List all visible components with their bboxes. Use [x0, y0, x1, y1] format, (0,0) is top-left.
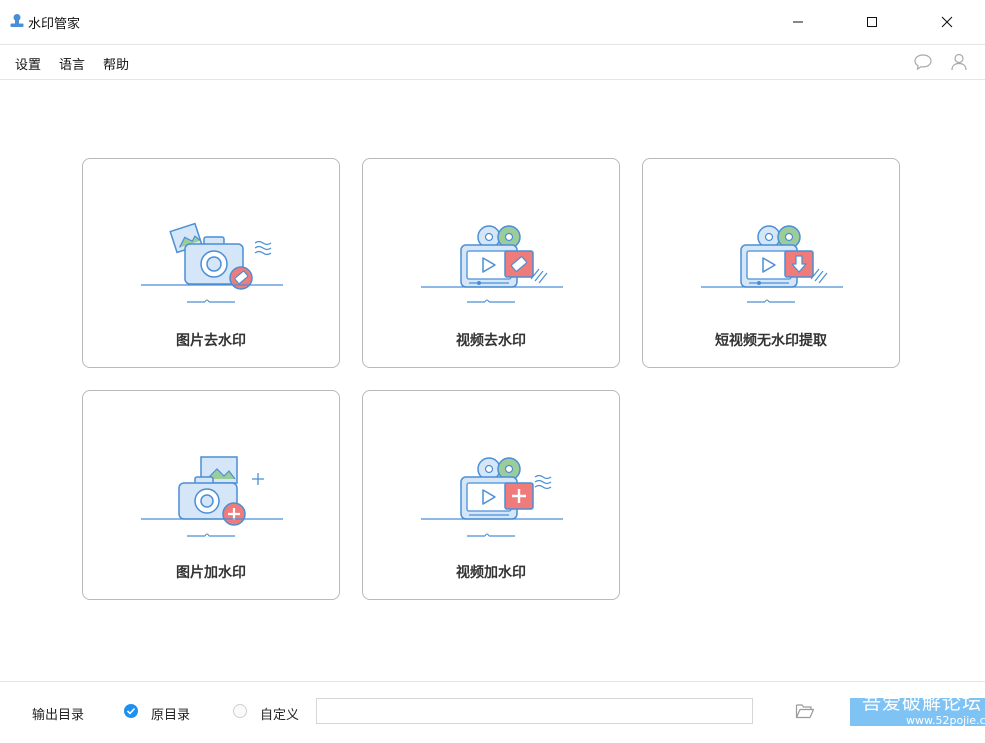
- app-logo-icon: [10, 14, 24, 27]
- start-button[interactable]: [850, 698, 985, 726]
- card-video-add-watermark[interactable]: 视频加水印: [362, 390, 620, 600]
- maximize-icon: [867, 17, 877, 27]
- title-bar: 水印管家: [0, 0, 985, 45]
- card-label: 图片加水印: [176, 565, 246, 581]
- card-label: 图片去水印: [176, 333, 246, 349]
- video-eraser-icon: [421, 225, 563, 303]
- menu-bar: 设置 语言 帮助: [0, 45, 985, 80]
- radio-original-directory-label[interactable]: 原目录: [151, 704, 190, 723]
- video-plus-icon: [421, 457, 563, 537]
- minimize-button[interactable]: [775, 0, 821, 44]
- card-label: 视频加水印: [456, 565, 526, 581]
- radio-original-directory[interactable]: [124, 704, 138, 718]
- app-title: 水印管家: [28, 17, 81, 32]
- close-icon: [941, 16, 953, 28]
- output-directory-label: 输出目录: [32, 708, 85, 723]
- card-video-remove-watermark[interactable]: 视频去水印: [362, 158, 620, 368]
- menu-language[interactable]: 语言: [59, 54, 85, 73]
- checkmark-icon: [126, 707, 136, 715]
- chat-bubble-icon[interactable]: [913, 52, 933, 72]
- radio-custom-directory[interactable]: [233, 704, 247, 718]
- close-button[interactable]: [924, 0, 970, 44]
- camera-eraser-icon: [141, 222, 283, 303]
- output-directory-bar: 输出目录 原目录 自定义 吾爱破解论坛 www.52pojie.cn: [0, 681, 985, 743]
- card-image-add-watermark[interactable]: 图片加水印: [82, 390, 340, 600]
- folder-open-icon[interactable]: [795, 703, 815, 719]
- card-short-video-extract[interactable]: 短视频无水印提取: [642, 158, 900, 368]
- menu-settings[interactable]: 设置: [15, 54, 41, 73]
- video-download-icon: [701, 225, 843, 303]
- menu-help[interactable]: 帮助: [103, 54, 129, 73]
- user-icon[interactable]: [949, 52, 969, 72]
- card-image-remove-watermark[interactable]: 图片去水印: [82, 158, 340, 368]
- output-path-input[interactable]: [316, 698, 753, 724]
- maximize-button[interactable]: [849, 0, 895, 44]
- card-label: 视频去水印: [456, 333, 526, 349]
- camera-plus-icon: [141, 456, 283, 537]
- card-label: 短视频无水印提取: [715, 333, 827, 349]
- radio-custom-directory-label[interactable]: 自定义: [260, 704, 299, 723]
- minimize-icon: [793, 21, 803, 23]
